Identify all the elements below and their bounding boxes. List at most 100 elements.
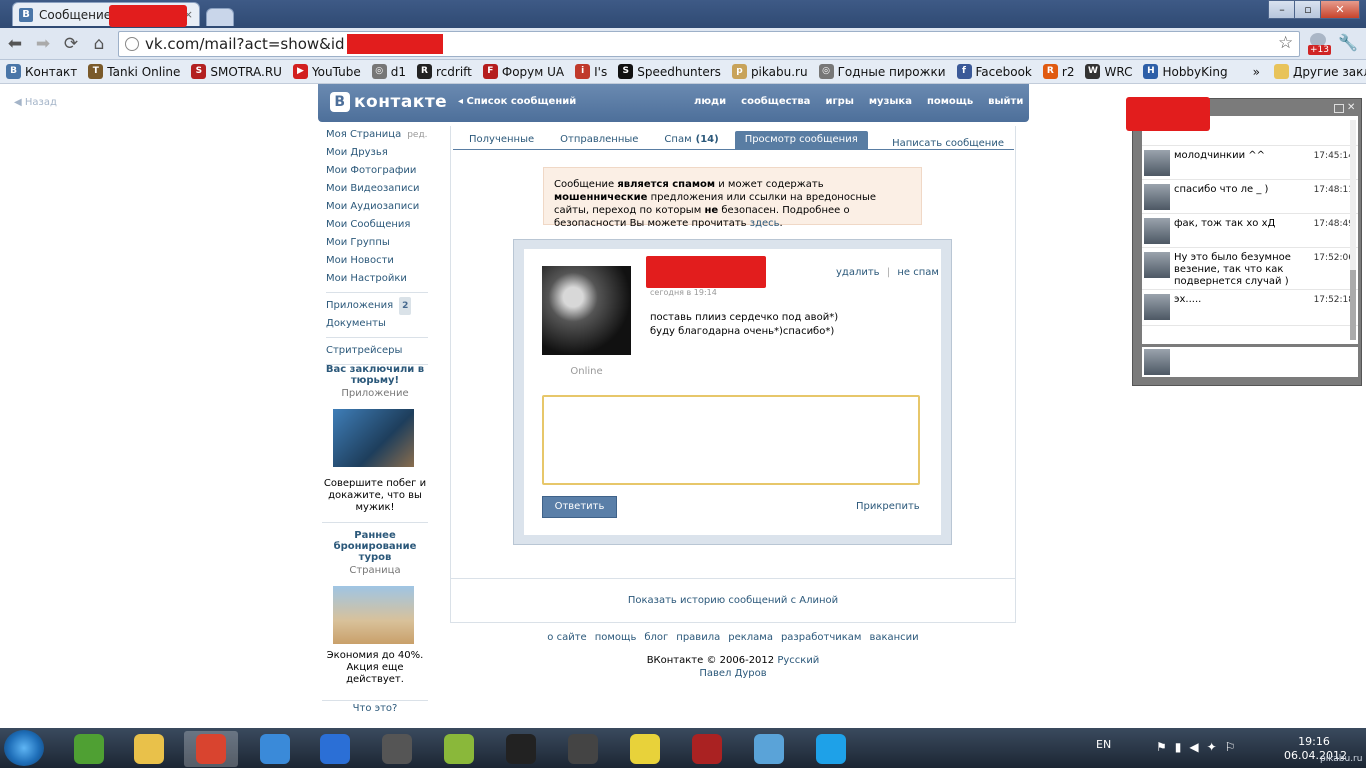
- ad-title[interactable]: Раннее бронирование туров: [322, 530, 428, 563]
- bookmark-item[interactable]: S SMOTRA.RU: [191, 64, 282, 79]
- write-message-link[interactable]: Написать сообщение: [892, 138, 1004, 149]
- ad-block-tours[interactable]: Раннее бронирование туров Страница: [322, 530, 428, 576]
- footer-link[interactable]: о сайте: [547, 632, 586, 643]
- history-link[interactable]: Показать историю сообщений с Алиной: [451, 595, 1015, 606]
- vk-logo[interactable]: В контакте: [330, 92, 447, 112]
- language-link[interactable]: Русский: [777, 655, 819, 666]
- delete-link[interactable]: удалить: [836, 267, 880, 278]
- bookmark-item[interactable]: Rr2: [1042, 64, 1074, 79]
- left-menu-item[interactable]: Мои Настройки: [326, 270, 428, 288]
- chat-input[interactable]: [1142, 347, 1358, 377]
- extension-icon[interactable]: +13: [1306, 33, 1332, 57]
- bookmark-item[interactable]: W WRC: [1085, 64, 1132, 79]
- bookmark-item[interactable]: ◎ d1: [371, 64, 406, 79]
- reload-icon[interactable]: ⟳: [60, 33, 82, 55]
- chat-avatar[interactable]: [1144, 294, 1170, 320]
- left-menu-item-streeters[interactable]: Стритрейсеры: [326, 342, 428, 360]
- footer-link[interactable]: блог: [644, 632, 668, 643]
- taskbar-app[interactable]: [62, 731, 116, 767]
- left-menu-item[interactable]: Мои Группы: [326, 234, 428, 252]
- tab-2[interactable]: Отправленные: [550, 131, 648, 149]
- window-maximize-button[interactable]: ▫: [1294, 0, 1322, 19]
- taskbar-app[interactable]: [556, 731, 610, 767]
- top-nav-link[interactable]: сообщества: [741, 96, 810, 107]
- attach-link[interactable]: Прикрепить: [856, 501, 920, 512]
- ad-title[interactable]: Вас заключили в тюрьму!: [322, 364, 428, 386]
- taskbar-app[interactable]: [680, 731, 734, 767]
- what-is-this-link[interactable]: Что это?: [322, 703, 428, 714]
- bookmarks-overflow-icon[interactable]: »: [1253, 65, 1260, 79]
- security-link[interactable]: здесь: [750, 218, 780, 229]
- address-bar[interactable]: vk.com/mail?act=show&id: [118, 31, 1300, 57]
- sender-avatar[interactable]: [542, 266, 631, 355]
- bookmark-item[interactable]: B Контакт: [6, 64, 77, 79]
- left-menu-item[interactable]: Мои Фотографии: [326, 162, 428, 180]
- left-menu-item[interactable]: Мои Друзья: [326, 144, 428, 162]
- start-button[interactable]: [4, 730, 44, 766]
- tab-3[interactable]: Спам (14): [654, 131, 728, 149]
- footer-link[interactable]: помощь: [595, 632, 637, 643]
- home-icon[interactable]: ⌂: [88, 33, 110, 55]
- left-menu-item[interactable]: Мои Аудиозаписи: [326, 198, 428, 216]
- left-menu-item-apps[interactable]: Приложения 2: [326, 297, 428, 315]
- message-list-link[interactable]: ◂ Список сообщений: [458, 96, 576, 107]
- left-menu-item[interactable]: Моя Страница ред.: [326, 126, 428, 144]
- left-menu-item-docs[interactable]: Документы: [326, 315, 428, 333]
- ad-image[interactable]: [333, 586, 414, 644]
- chat-avatar[interactable]: [1144, 150, 1170, 176]
- bookmark-item[interactable]: p pikabu.ru: [731, 64, 808, 79]
- bookmark-item[interactable]: Rrcdrift: [417, 64, 472, 79]
- bookmark-item[interactable]: S Speedhunters: [618, 64, 721, 79]
- ad-block-prison[interactable]: Вас заключили в тюрьму! Приложение: [322, 364, 428, 399]
- taskbar-app[interactable]: [742, 731, 796, 767]
- bookmark-item[interactable]: ▶ YouTube: [292, 64, 361, 79]
- left-menu-item[interactable]: Мои Видеозаписи: [326, 180, 428, 198]
- top-nav-link[interactable]: люди: [694, 96, 726, 107]
- taskbar-app[interactable]: [122, 731, 176, 767]
- footer-link[interactable]: вакансии: [869, 632, 918, 643]
- new-tab-button[interactable]: [206, 8, 234, 26]
- bookmark-item[interactable]: H HobbyKing: [1143, 64, 1228, 79]
- taskbar-app[interactable]: [432, 731, 486, 767]
- back-link[interactable]: ◀ Назад: [14, 97, 57, 108]
- reply-button[interactable]: Ответить: [542, 496, 617, 518]
- left-menu-item[interactable]: Мои Сообщения: [326, 216, 428, 234]
- other-bookmarks[interactable]: Другие закладки: [1273, 64, 1366, 79]
- top-nav-link[interactable]: выйти: [988, 96, 1023, 107]
- footer-link[interactable]: разработчикам: [781, 632, 862, 643]
- chat-close-icon[interactable]: ✕: [1347, 102, 1355, 113]
- back-arrow-icon[interactable]: ⬅: [4, 33, 26, 55]
- edit-link[interactable]: ред.: [407, 126, 427, 144]
- not-spam-link[interactable]: не спам: [897, 267, 939, 278]
- ad-image[interactable]: [333, 409, 414, 467]
- window-close-button[interactable]: ✕: [1320, 0, 1360, 19]
- taskbar-app[interactable]: [804, 731, 858, 767]
- tab-4[interactable]: Просмотр сообщения: [734, 131, 868, 149]
- bookmark-item[interactable]: i I's: [575, 64, 607, 79]
- taskbar-app[interactable]: [184, 731, 238, 767]
- author-link[interactable]: Павел Дуров: [699, 668, 766, 679]
- footer-link[interactable]: правила: [676, 632, 720, 643]
- bookmark-item[interactable]: ◎ Годные пирожки: [818, 64, 946, 79]
- tray-icons[interactable]: ⚑▮◀✦⚐: [1156, 740, 1243, 754]
- browser-tab-active[interactable]: B Сообщение ×: [12, 2, 200, 27]
- taskbar-app[interactable]: [618, 731, 672, 767]
- chat-avatar[interactable]: [1144, 184, 1170, 210]
- language-indicator[interactable]: EN: [1096, 738, 1111, 751]
- footer-link[interactable]: реклама: [728, 632, 773, 643]
- taskbar-app[interactable]: [370, 731, 424, 767]
- chat-avatar[interactable]: [1144, 218, 1170, 244]
- window-minimize-button[interactable]: –: [1268, 0, 1296, 19]
- taskbar-app[interactable]: [308, 731, 362, 767]
- wrench-icon[interactable]: 🔧: [1338, 33, 1358, 52]
- left-menu-item[interactable]: Мои Новости: [326, 252, 428, 270]
- bookmark-item[interactable]: F Форум UA: [482, 64, 564, 79]
- top-nav-link[interactable]: игры: [825, 96, 853, 107]
- chat-scroll-thumb[interactable]: [1350, 270, 1356, 340]
- bookmark-item[interactable]: f Facebook: [956, 64, 1032, 79]
- top-nav-link[interactable]: помощь: [927, 96, 973, 107]
- chat-avatar[interactable]: [1144, 252, 1170, 278]
- taskbar-app[interactable]: [248, 731, 302, 767]
- reply-textarea[interactable]: [542, 395, 920, 485]
- chat-minimize-icon[interactable]: [1334, 104, 1344, 113]
